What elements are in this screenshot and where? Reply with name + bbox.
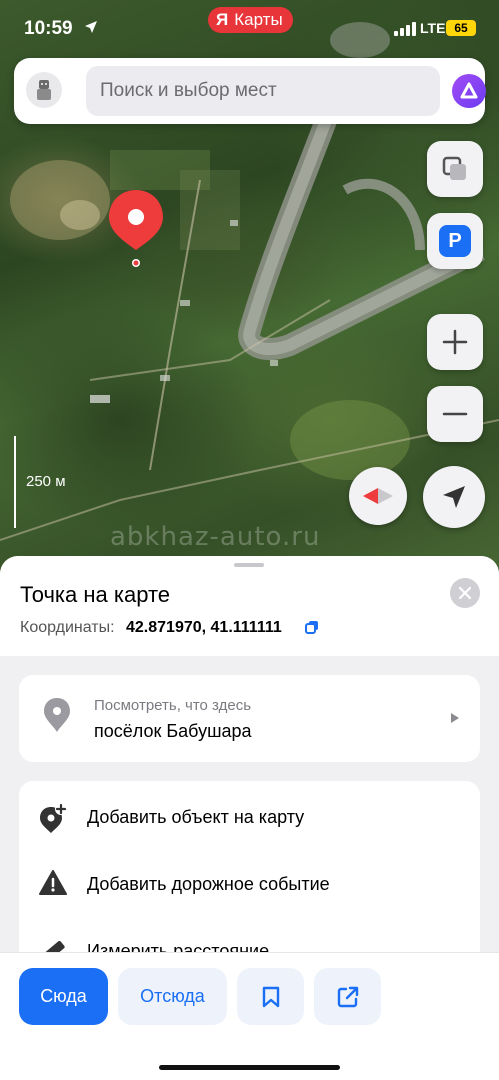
zoom-out-button[interactable] [427, 386, 483, 442]
action-label: Добавить дорожное событие [87, 874, 330, 894]
place-hint: Посмотреть, что здесь [94, 697, 252, 714]
coords-label: Координаты: [20, 619, 115, 636]
coords-value[interactable]: 42.871970, 41.111111 [126, 619, 282, 637]
route-action-bar: Сюда Отсюда [0, 952, 499, 1080]
battery-indicator: 65 [446, 20, 476, 36]
compass-icon [363, 488, 393, 504]
compass-button[interactable] [349, 467, 407, 525]
location-arrow-icon [85, 21, 97, 33]
layers-button[interactable] [427, 141, 483, 197]
my-location-button[interactable] [423, 466, 485, 528]
status-bar: 10:59 Я Карты LTE 65 [0, 0, 499, 56]
status-time: 10:59 [24, 18, 73, 39]
signal-icon [394, 22, 416, 36]
close-icon [459, 587, 471, 599]
app-logo: Я [216, 10, 229, 29]
add-place-icon [40, 803, 67, 833]
sheet-grabber[interactable] [234, 563, 264, 567]
bookmark-button[interactable] [237, 968, 304, 1025]
parking-icon: P [439, 225, 471, 257]
profile-avatar-icon [37, 80, 51, 100]
warning-icon [39, 870, 67, 895]
scale-bar [14, 436, 16, 528]
zoom-in-button[interactable] [427, 314, 483, 370]
app-name: Карты [234, 10, 283, 29]
network-type: LTE [420, 20, 446, 36]
whats-here-card[interactable]: Посмотреть, что здесь посёлок Бабушара [19, 675, 480, 762]
sheet-header: Точка на карте Координаты: 42.871970, 41… [0, 556, 499, 656]
route-to-here-button[interactable]: Сюда [19, 968, 108, 1025]
chevron-right-icon [451, 713, 459, 723]
zoom-out-icon [442, 412, 468, 416]
action-label: Добавить объект на карту [87, 807, 305, 827]
search-input[interactable] [86, 66, 440, 116]
action-add-object[interactable]: Добавить объект на карту [19, 785, 480, 851]
share-icon [337, 986, 358, 1007]
parking-button[interactable]: P [427, 213, 483, 269]
zoom-in-icon [442, 329, 468, 355]
copy-icon[interactable] [305, 620, 319, 634]
close-button[interactable] [450, 578, 480, 608]
avatar[interactable] [26, 72, 62, 108]
alice-voice-button[interactable] [452, 74, 486, 108]
alice-icon [460, 82, 478, 99]
layers-icon [442, 156, 466, 180]
search-bar [14, 58, 486, 124]
home-indicator[interactable] [159, 1065, 340, 1070]
map-pin-icon[interactable] [107, 188, 165, 270]
route-from-here-button[interactable]: Отсюда [118, 968, 227, 1025]
app-indicator[interactable]: Я Карты [208, 7, 293, 33]
action-add-road-event[interactable]: Добавить дорожное событие [19, 852, 480, 918]
share-button[interactable] [314, 968, 381, 1025]
scale-label: 250 м [26, 473, 66, 490]
watermark: abkhaz-auto.ru [110, 522, 321, 552]
my-location-icon [443, 486, 465, 508]
place-name: посёлок Бабушара [94, 721, 252, 741]
bookmark-icon [262, 986, 279, 1007]
place-pin-icon [44, 698, 70, 732]
sheet-title: Точка на карте [20, 582, 171, 607]
